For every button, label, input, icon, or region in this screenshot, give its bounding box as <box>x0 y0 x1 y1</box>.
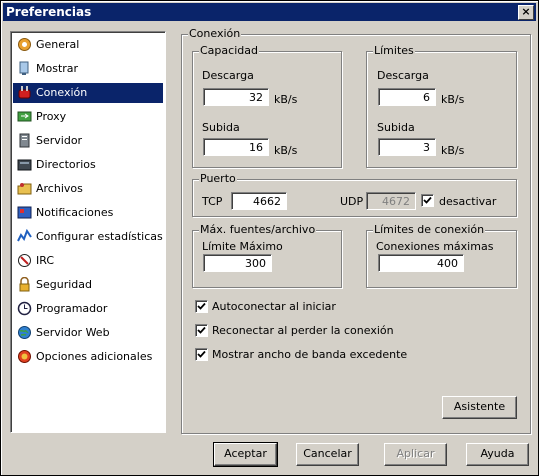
limits-download-label: Descarga <box>377 69 429 82</box>
clock-icon <box>17 301 32 316</box>
capacity-upload-unit: kB/s <box>274 144 298 157</box>
sidebar-item-label: Servidor Web <box>36 326 110 339</box>
limits-upload-unit: kB/s <box>441 144 465 157</box>
max-sources-input[interactable]: 300 <box>203 254 272 272</box>
max-connections-input[interactable]: 400 <box>378 254 464 272</box>
reconnect-label[interactable]: Reconectar al perder la conexión <box>212 324 394 337</box>
globe-icon <box>18 326 31 339</box>
capacity-upload-input[interactable]: 16 <box>203 138 269 156</box>
autoconnect-checkbox[interactable] <box>195 300 208 313</box>
sidebar-item-label: Servidor <box>36 134 83 147</box>
sidebar-item-label: Directorios <box>36 158 96 171</box>
sidebar-item-irc[interactable]: IRC <box>13 251 163 271</box>
capacity-title: Capacidad <box>199 44 259 57</box>
sidebar-item-notifications[interactable]: Notificaciones <box>13 203 163 223</box>
sidebar-item-files[interactable]: Archivos <box>13 179 163 199</box>
proxy-icon <box>17 111 32 122</box>
close-button[interactable]: × <box>518 5 534 20</box>
display-icon <box>19 61 29 75</box>
files-icon <box>17 183 32 195</box>
sidebar-item-folders[interactable]: Directorios <box>13 155 163 175</box>
capacity-download-label: Descarga <box>202 69 254 82</box>
irc-icon <box>18 254 31 267</box>
sidebar-item-server[interactable]: Servidor <box>13 131 163 151</box>
panel-title: Conexión <box>188 27 242 40</box>
disable-udp-label[interactable]: desactivar <box>439 195 496 208</box>
extra-options-icon <box>18 350 31 363</box>
udp-label: UDP <box>340 195 364 208</box>
statistics-icon <box>17 229 32 242</box>
server-icon <box>19 133 30 148</box>
udp-port-input[interactable]: 4672 <box>366 192 416 210</box>
folders-icon <box>17 159 32 171</box>
sidebar-item-proxy[interactable]: Proxy <box>13 107 163 127</box>
sidebar-item-statistics[interactable]: Configurar estadísticas <box>13 227 163 247</box>
accept-button[interactable]: Aceptar <box>213 442 278 467</box>
wizard-button[interactable]: Asistente <box>442 396 517 419</box>
tcp-port-input[interactable]: 4662 <box>231 192 287 210</box>
sidebar-item-extra-options[interactable]: Opciones adicionales <box>13 347 163 367</box>
apply-button[interactable]: Aplicar <box>384 443 447 466</box>
connection-limits-title: Límites de conexión <box>373 223 486 236</box>
sidebar-item-security[interactable]: Seguridad <box>13 275 163 295</box>
limits-download-unit: kB/s <box>441 93 465 106</box>
preferences-window: Preferencias × General Mostrar Conexión … <box>0 0 539 476</box>
sidebar-item-label: Notificaciones <box>36 206 114 219</box>
cancel-button[interactable]: Cancelar <box>296 443 359 466</box>
capacity-download-unit: kB/s <box>274 93 298 106</box>
max-connections-label: Conexiones máximas <box>376 240 494 253</box>
lock-icon <box>19 277 30 292</box>
general-icon <box>18 38 31 51</box>
sidebar-item-label: Programador <box>36 302 108 315</box>
sidebar-item-label: Proxy <box>36 110 67 123</box>
max-sources-label: Límite Máximo <box>202 240 283 253</box>
sidebar-item-general[interactable]: General <box>13 35 163 55</box>
show-overhead-label[interactable]: Mostrar ancho de banda excedente <box>212 348 407 361</box>
checkmark-icon <box>197 302 206 310</box>
window-title: Preferencias <box>6 5 92 19</box>
connection-icon <box>18 86 31 99</box>
sidebar-item-webserver[interactable]: Servidor Web <box>13 323 163 343</box>
sidebar-item-connection[interactable]: Conexión <box>13 83 163 103</box>
sidebar-item-scheduler[interactable]: Programador <box>13 299 163 319</box>
sidebar-item-label: IRC <box>36 254 55 267</box>
reconnect-checkbox[interactable] <box>195 324 208 337</box>
sidebar-item-label: Configurar estadísticas <box>36 230 163 243</box>
disable-udp-checkbox[interactable] <box>421 194 434 207</box>
capacity-upload-label: Subida <box>202 121 240 134</box>
limits-title: Límites <box>373 44 415 57</box>
checkmark-icon <box>423 196 432 204</box>
sidebar-item-label: General <box>36 38 80 51</box>
sidebar-item-label: Mostrar <box>36 62 79 75</box>
sidebar-item-label: Opciones adicionales <box>36 350 153 363</box>
show-overhead-checkbox[interactable] <box>195 348 208 361</box>
sidebar-item-label: Seguridad <box>36 278 92 291</box>
checkmark-icon <box>197 350 206 358</box>
limits-download-input[interactable]: 6 <box>378 88 436 106</box>
autoconnect-label[interactable]: Autoconectar al iniciar <box>212 300 336 313</box>
checkmark-icon <box>197 326 206 334</box>
max-sources-title: Máx. fuentes/archivo <box>199 223 317 236</box>
limits-upload-input[interactable]: 3 <box>378 138 436 156</box>
title-bar: Preferencias × <box>3 3 536 21</box>
capacity-download-input[interactable]: 32 <box>203 88 269 106</box>
category-list: General Mostrar Conexión Proxy Servidor … <box>10 31 166 433</box>
tcp-label: TCP <box>202 195 223 208</box>
sidebar-item-label: Conexión <box>36 86 88 99</box>
sidebar-item-display[interactable]: Mostrar <box>13 59 163 79</box>
port-title: Puerto <box>199 172 237 185</box>
help-button[interactable]: Ayuda <box>466 443 529 466</box>
limits-upload-label: Subida <box>377 121 415 134</box>
notifications-icon <box>17 206 32 219</box>
sidebar-item-label: Archivos <box>36 182 83 195</box>
